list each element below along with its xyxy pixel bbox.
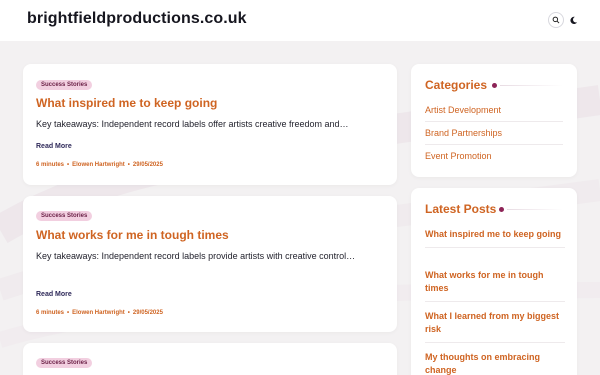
search-icon <box>552 16 560 24</box>
post-card: Success Stories What inspired me to keep… <box>23 64 397 185</box>
category-tag[interactable]: Success Stories <box>36 358 93 368</box>
post-card: Success Stories What works for me in tou… <box>23 196 397 332</box>
post-excerpt: Key takeaways: Independent record labels… <box>36 251 356 261</box>
category-link[interactable]: Event Promotion <box>425 145 563 168</box>
post-date: 29/05/2025 <box>132 162 163 168</box>
post-meta: 6 minutes • Elowen Hartwright • 29/05/2025 <box>36 310 163 316</box>
author-link[interactable]: Elowen Hartwright <box>72 310 125 316</box>
categories-widget: Categories Artist Development Brand Part… <box>411 64 577 177</box>
read-more-link[interactable]: Read More <box>36 291 72 298</box>
latest-post-link[interactable]: My thoughts on embracing change <box>425 351 565 375</box>
category-link[interactable]: Artist Development <box>425 99 563 122</box>
post-date: 29/05/2025 <box>132 310 163 316</box>
read-time: 6 minutes <box>36 310 65 316</box>
category-link[interactable]: Brand Partnerships <box>425 122 563 145</box>
author-link[interactable]: Elowen Hartwright <box>72 162 125 168</box>
search-button[interactable] <box>548 12 564 28</box>
moon-icon <box>569 16 577 24</box>
latest-posts-widget: Latest Posts What inspired me to keep go… <box>411 188 577 375</box>
latest-post-link[interactable]: What I learned from my biggest risk <box>425 310 565 343</box>
latest-post-link[interactable]: What works for me in tough times <box>425 269 565 302</box>
category-tag[interactable]: Success Stories <box>36 211 93 221</box>
latest-posts-heading: Latest Posts <box>425 202 497 216</box>
theme-toggle-button[interactable] <box>565 12 581 28</box>
post-title[interactable]: What works for me in tough times <box>36 228 229 242</box>
heading-divider <box>500 85 563 86</box>
categories-heading: Categories <box>425 78 488 92</box>
latest-post-link[interactable]: What inspired me to keep going <box>425 228 565 248</box>
heading-dot <box>499 207 504 212</box>
heading-divider <box>507 209 563 210</box>
read-more-link[interactable]: Read More <box>36 143 72 150</box>
read-time: 6 minutes <box>36 162 65 168</box>
post-title[interactable]: What inspired me to keep going <box>36 96 217 110</box>
site-header: brightfieldproductions.co.uk <box>0 0 600 41</box>
site-title[interactable]: brightfieldproductions.co.uk <box>27 10 247 28</box>
heading-dot <box>492 83 497 88</box>
category-tag[interactable]: Success Stories <box>36 80 93 90</box>
post-meta: 6 minutes • Elowen Hartwright • 29/05/2025 <box>36 162 163 168</box>
post-excerpt: Key takeaways: Independent record labels… <box>36 119 349 129</box>
post-card: Success Stories <box>23 343 397 375</box>
